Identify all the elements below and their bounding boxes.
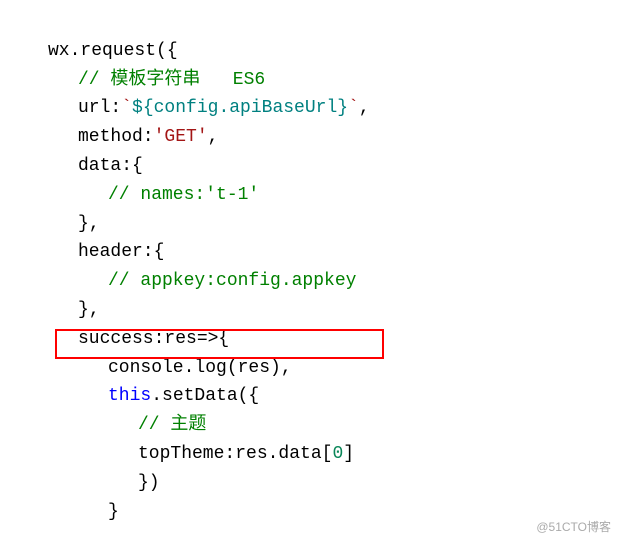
- code-line: this.setData({: [18, 382, 619, 411]
- token: .setData({: [151, 386, 259, 406]
- token: url:: [78, 98, 121, 118]
- token: data:{: [78, 156, 143, 176]
- code-line: header:{: [18, 238, 619, 267]
- code-line: wx.request({: [18, 37, 619, 66]
- token: success:res=>{: [78, 329, 229, 349]
- number: 0: [332, 444, 343, 464]
- string: 'GET': [154, 127, 208, 147]
- token: wx.request: [48, 41, 156, 61]
- code-line: success:res=>{: [18, 325, 619, 354]
- code-line: method:'GET',: [18, 123, 619, 152]
- code-line: // names:'t-1': [18, 181, 619, 210]
- token: }: [78, 300, 89, 320]
- token: ,: [359, 98, 370, 118]
- comment: // 主题: [138, 415, 206, 435]
- code-line: data:{: [18, 152, 619, 181]
- token: ,: [208, 127, 219, 147]
- comment: // appkey:config.appkey: [108, 271, 356, 291]
- string-close: `: [348, 98, 359, 118]
- comment: // 模板字符串 ES6: [78, 70, 265, 90]
- code-line: }): [18, 469, 619, 498]
- token: {: [167, 41, 178, 61]
- code-line: topTheme:res.data[0]: [18, 440, 619, 469]
- token: }: [108, 502, 119, 522]
- token: ,: [89, 300, 100, 320]
- code-line: }: [18, 498, 619, 527]
- token: method:: [78, 127, 154, 147]
- code-line: },: [18, 210, 619, 239]
- code-line: url:`${config.apiBaseUrl}`,: [18, 94, 619, 123]
- comment: // names:'t-1': [108, 185, 259, 205]
- token: ,: [89, 214, 100, 234]
- keyword-this: this: [108, 386, 151, 406]
- string-open: `: [121, 98, 132, 118]
- token: ]: [343, 444, 354, 464]
- token: console.log(res),: [108, 358, 292, 378]
- code-block: wx.request({ // 模板字符串 ES6 url:`${config.…: [0, 0, 619, 526]
- token: topTheme:res.data[: [138, 444, 332, 464]
- token: }): [138, 473, 160, 493]
- watermark: @51CTO博客: [536, 518, 611, 537]
- code-line: // 模板字符串 ES6: [18, 66, 619, 95]
- token: }: [78, 214, 89, 234]
- tmpl-expr: ${config.apiBaseUrl}: [132, 98, 348, 118]
- token: header:{: [78, 242, 164, 262]
- code-line: // appkey:config.appkey: [18, 267, 619, 296]
- code-line: console.log(res),: [18, 354, 619, 383]
- code-line: // 主题: [18, 411, 619, 440]
- code-line: [18, 8, 619, 37]
- code-line: },: [18, 296, 619, 325]
